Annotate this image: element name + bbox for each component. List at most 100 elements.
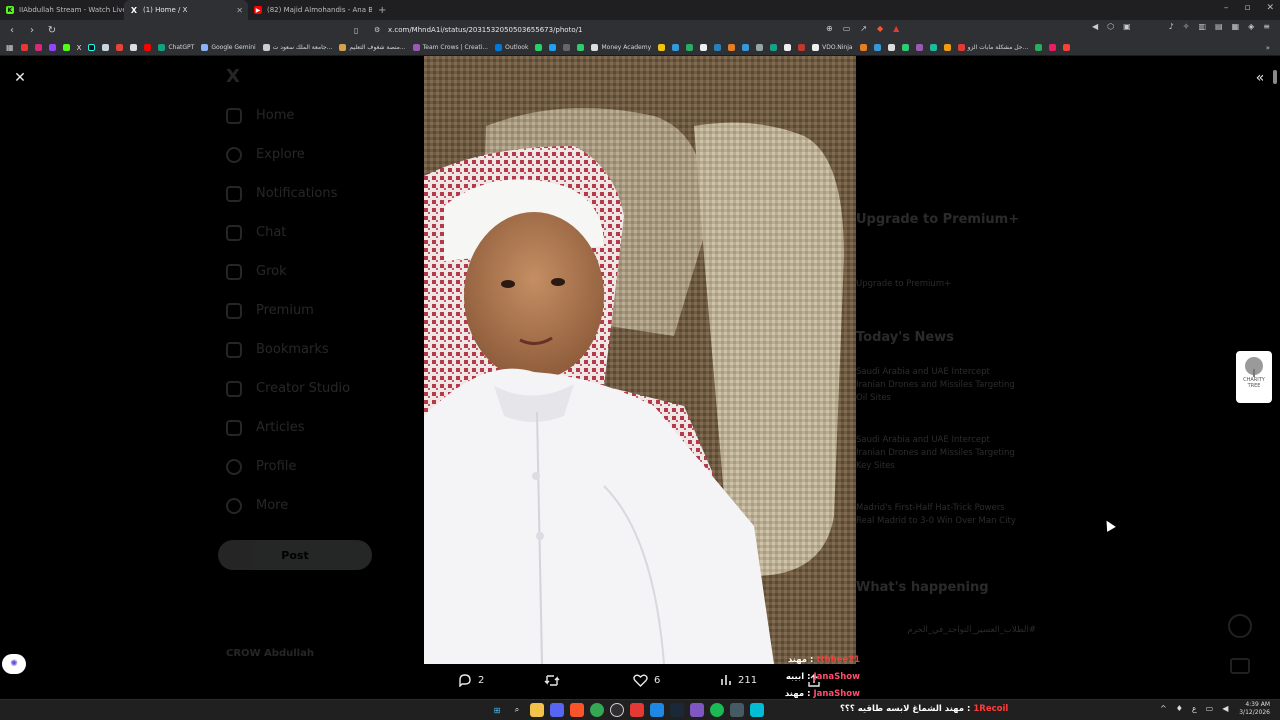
github-icon[interactable] [130, 44, 138, 51]
bookmark-icon[interactable] [1063, 44, 1071, 51]
bookmark-outlook[interactable]: Outlook [495, 44, 528, 51]
bookmark-icon[interactable] [943, 44, 951, 51]
browser-tab-x-home[interactable]: X (1) Home / X ✕ [124, 0, 248, 20]
bookmark-icon[interactable] [686, 44, 694, 51]
app-icon[interactable] [730, 703, 744, 717]
microphone-icon[interactable]: ♦ [1176, 704, 1183, 713]
obs-icon[interactable] [610, 703, 624, 717]
app-icon[interactable] [650, 703, 664, 717]
bookmark-gemini[interactable]: Google Gemini [201, 44, 256, 51]
bookmark-icon[interactable] [20, 44, 28, 51]
bookmark-icon[interactable] [577, 44, 585, 51]
rewards-icon[interactable]: ▲ [893, 24, 899, 33]
app-icon[interactable] [750, 703, 764, 717]
extension-icon[interactable]: ⬡ [1107, 22, 1114, 31]
sidebar-icon[interactable]: ▥ [1198, 22, 1206, 31]
windows-start-icon[interactable]: ⊞ [490, 703, 504, 717]
charity-tree-widget[interactable]: CHARITY TREE [1236, 351, 1272, 403]
network-icon[interactable]: ▭ [1206, 704, 1214, 713]
media-icon[interactable]: ▣ [1123, 22, 1131, 31]
bookmark-icon[interactable] [563, 44, 571, 51]
file-explorer-icon[interactable] [530, 703, 544, 717]
bookmark-icon[interactable] [784, 44, 792, 51]
music-icon[interactable]: ♪ [1169, 22, 1174, 31]
browser-tab-youtube[interactable]: ▶ (82) Majid Almohandis - Ana Bah [248, 0, 372, 20]
bookmark-icon[interactable] [700, 44, 708, 51]
bookmark-icon[interactable] [549, 44, 557, 51]
bookmark-icon[interactable] [859, 44, 867, 51]
close-tab-icon[interactable]: ✕ [236, 6, 243, 15]
bookmark-zoom-fix[interactable]: حل مشكلة مابات الزو... [957, 44, 1028, 51]
search-icon[interactable]: ⌕ [510, 703, 524, 717]
whatsapp-icon[interactable] [535, 44, 543, 51]
steam-icon[interactable] [670, 703, 684, 717]
scrollbar[interactable] [1272, 64, 1278, 694]
chrome-icon[interactable] [590, 703, 604, 717]
bookmark-ksu[interactable]: جامعة الملك سعود ت... [262, 44, 332, 51]
puzzle-icon[interactable]: ✧ [1183, 22, 1190, 31]
share-icon[interactable]: ↗ [860, 24, 867, 33]
steam-icon[interactable] [102, 44, 110, 51]
volume-icon[interactable]: ◀ [1222, 704, 1228, 713]
instagram-icon[interactable] [34, 44, 42, 51]
toggle-replies-button[interactable]: « [1250, 68, 1270, 88]
reply-button[interactable]: 2 [458, 674, 484, 687]
close-viewer-button[interactable]: ✕ [10, 68, 30, 88]
bookmark-money-academy[interactable]: Money Academy [591, 44, 651, 51]
twitch-icon[interactable] [48, 44, 56, 51]
install-app-icon[interactable]: ▭ [843, 24, 851, 33]
new-tab-button[interactable]: + [372, 5, 392, 16]
menu-icon[interactable]: ≡ [1263, 22, 1270, 31]
tweet-photo[interactable] [424, 56, 856, 664]
brave-icon[interactable] [570, 703, 584, 717]
wallet-icon[interactable]: ▦ [1232, 22, 1240, 31]
zoom-icon[interactable]: ⊕ [826, 24, 833, 33]
reload-icon[interactable]: ↻ [44, 22, 60, 38]
gmail-icon[interactable] [116, 44, 124, 51]
kick-icon[interactable] [62, 44, 70, 51]
tabs-icon[interactable]: ▤ [1215, 22, 1223, 31]
brave-shield-icon[interactable]: ◆ [877, 24, 883, 33]
app-icon[interactable] [630, 703, 644, 717]
bookmark-icon[interactable] [901, 44, 909, 51]
discord-icon[interactable] [550, 703, 564, 717]
taskbar-clock[interactable]: 4:39 AM 3/12/2026 [1238, 701, 1270, 717]
bookmark-team-crows[interactable]: Team Crows | Creati... [412, 44, 488, 51]
back-icon[interactable]: ‹ [4, 22, 20, 38]
close-window-icon[interactable]: ✕ [1266, 3, 1274, 13]
spotify-icon[interactable] [710, 703, 724, 717]
bookmark-icon[interactable] [658, 44, 666, 51]
youtube-icon[interactable] [144, 44, 152, 51]
bookmark-icon[interactable] [1035, 44, 1043, 51]
mute-icon[interactable]: ◀ [1092, 22, 1098, 31]
x-logo-icon[interactable]: X [77, 44, 82, 52]
bookmark-icon[interactable] [887, 44, 895, 51]
language-icon[interactable]: ع [1192, 704, 1197, 713]
app-icon[interactable] [690, 703, 704, 717]
maximize-icon[interactable]: ▫ [1244, 3, 1250, 13]
bookmark-star-icon[interactable]: ▯ [354, 26, 358, 35]
browser-tab-kick[interactable]: K IIAbdullah Stream - Watch Live on K [0, 0, 124, 20]
bookmark-icon[interactable] [714, 44, 722, 51]
minimize-icon[interactable]: – [1224, 3, 1229, 13]
bookmark-icon[interactable] [770, 44, 778, 51]
site-info-icon[interactable]: ⚙ [374, 26, 380, 34]
tiktok-icon[interactable] [88, 44, 96, 51]
bookmark-chatgpt[interactable]: ChatGPT [158, 44, 194, 51]
bookmark-icon[interactable] [756, 44, 764, 51]
vpn-icon[interactable]: ◈ [1248, 22, 1254, 31]
like-button[interactable]: 6 [633, 674, 660, 687]
repost-button[interactable] [544, 674, 566, 687]
floating-extension-badge[interactable]: ✺ [2, 654, 26, 674]
apps-grid-icon[interactable]: ▦ [6, 43, 14, 52]
bookmark-icon[interactable] [1049, 44, 1057, 51]
more-bookmarks-icon[interactable]: » [1266, 44, 1270, 52]
bookmark-vdo-ninja[interactable]: VDO.Ninja [812, 44, 853, 51]
forward-icon[interactable]: › [24, 22, 40, 38]
bookmark-icon[interactable] [798, 44, 806, 51]
bookmark-icon[interactable] [742, 44, 750, 51]
tray-expand-icon[interactable]: ^ [1160, 704, 1167, 713]
bookmark-icon[interactable] [873, 44, 881, 51]
bookmark-icon[interactable] [915, 44, 923, 51]
bookmark-shaghoof[interactable]: منصة شغوف التعليم... [339, 44, 406, 51]
